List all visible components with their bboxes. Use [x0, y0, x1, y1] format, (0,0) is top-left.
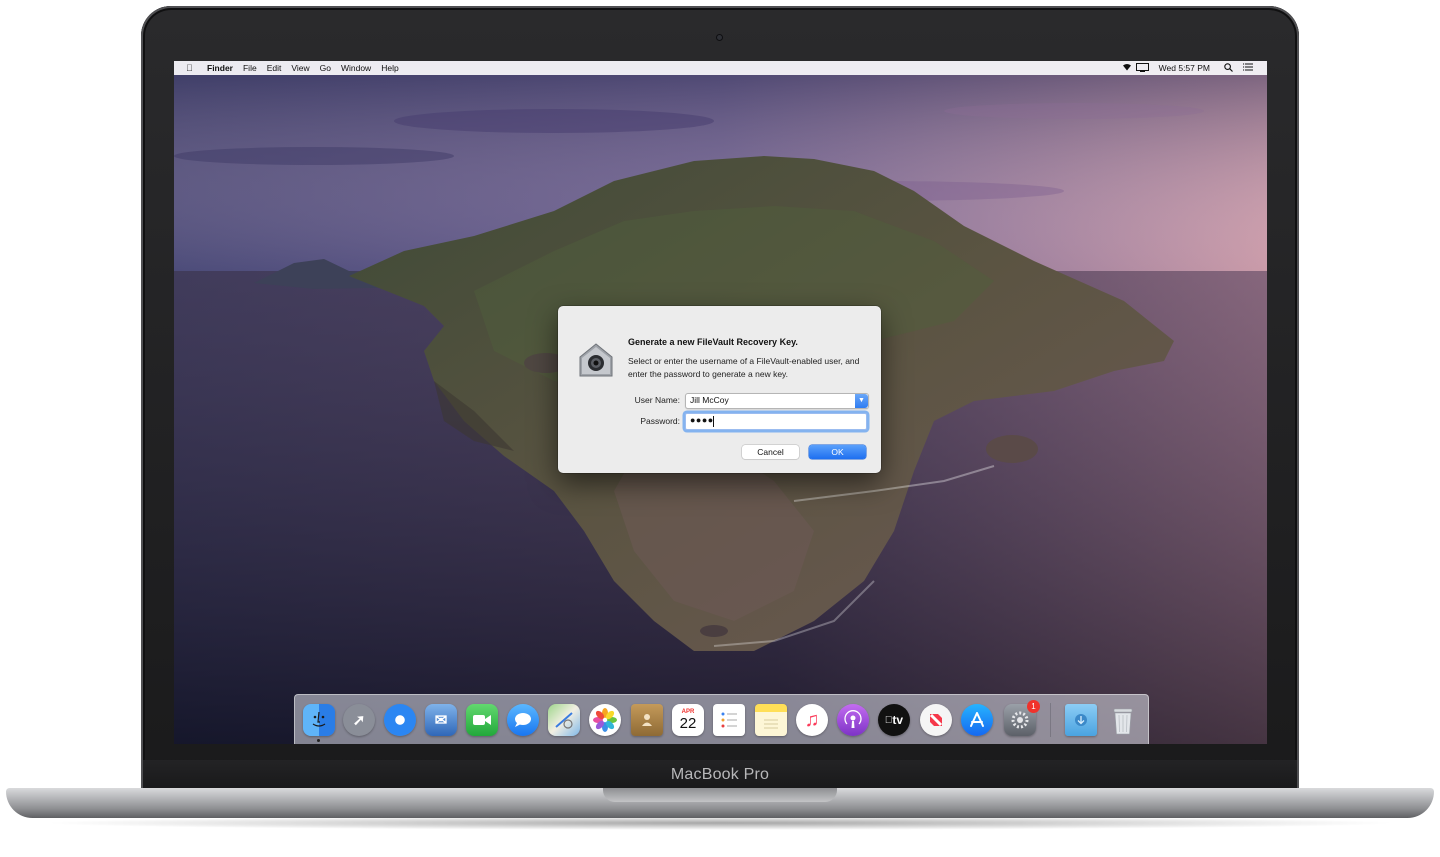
menu-help[interactable]: Help	[381, 63, 398, 73]
user-name-value: Jill McCoy	[690, 395, 729, 405]
filevault-dialog: Generate a new FileVault Recovery Key. S…	[558, 306, 881, 473]
menu-window[interactable]: Window	[341, 63, 371, 73]
menu-file[interactable]: File	[243, 63, 257, 73]
running-indicator	[317, 739, 320, 742]
podcast-icon[interactable]	[837, 704, 869, 736]
finder-icon[interactable]	[303, 704, 335, 736]
notepad-icon[interactable]	[755, 704, 787, 736]
dock-separator	[1050, 703, 1051, 737]
downloads-folder-icon[interactable]	[1065, 704, 1097, 736]
menu-app-finder[interactable]: Finder	[207, 63, 233, 73]
app-store-icon[interactable]	[961, 704, 993, 736]
rocket-icon[interactable]: ➚	[343, 704, 375, 736]
flower-icon[interactable]	[589, 704, 621, 736]
eagle-stamp-icon[interactable]: ✉	[425, 704, 457, 736]
news-icon[interactable]	[920, 704, 952, 736]
speech-bubble-icon[interactable]	[507, 704, 539, 736]
chevron-down-icon[interactable]: ▼	[855, 394, 868, 408]
tv-label: tv	[888, 713, 903, 727]
dialog-title: Generate a new FileVault Recovery Key.	[628, 337, 798, 347]
user-name-combobox[interactable]: Jill McCoy ▼	[685, 393, 869, 409]
ok-button[interactable]: OK	[809, 445, 866, 459]
checklist-icon[interactable]	[713, 704, 745, 736]
menu-go[interactable]: Go	[320, 63, 331, 73]
camera	[716, 34, 723, 41]
apple-icon[interactable]: 	[186, 63, 198, 73]
display-icon[interactable]	[1135, 62, 1149, 74]
password-value: ●●●●	[690, 415, 714, 425]
menu-bar:  Finder File Edit View Go Window Help W…	[174, 61, 1267, 75]
calendar-icon[interactable]: APR 22	[672, 704, 704, 736]
music-note-icon[interactable]: ♫	[796, 704, 828, 736]
contacts-book-icon[interactable]	[631, 704, 663, 736]
cancel-button[interactable]: Cancel	[742, 445, 799, 459]
map-icon[interactable]	[548, 704, 580, 736]
menu-extras: Wed 5:57 PM	[1112, 61, 1253, 75]
laptop-shadow	[40, 816, 1400, 830]
calendar-day: 22	[679, 714, 697, 732]
dock: ➚ ✉ APR 22 ♫ tv 1	[294, 694, 1149, 744]
trash-icon[interactable]	[1107, 704, 1139, 736]
notification-badge: 1	[1027, 700, 1040, 713]
gear-icon[interactable]: 1	[1004, 700, 1040, 736]
device-brand: MacBook Pro	[670, 766, 770, 783]
wifi-icon[interactable]	[1122, 63, 1132, 73]
video-camera-icon[interactable]	[466, 704, 498, 736]
list-icon[interactable]	[1243, 63, 1253, 73]
laptop-notch	[603, 788, 837, 802]
apple-tv-icon[interactable]: tv	[878, 704, 910, 736]
dialog-message: Select or enter the username of a FileVa…	[628, 356, 860, 379]
menu-view[interactable]: View	[291, 63, 309, 73]
search-icon[interactable]	[1224, 62, 1233, 74]
password-label: Password:	[640, 416, 680, 426]
password-field[interactable]: ●●●●	[685, 413, 867, 430]
screen:  Finder File Edit View Go Window Help W…	[174, 61, 1267, 744]
lock-padlock-icon	[579, 343, 613, 377]
compass-icon[interactable]	[384, 704, 416, 736]
text-caret	[713, 416, 714, 427]
menu-edit[interactable]: Edit	[267, 63, 282, 73]
clock[interactable]: Wed 5:57 PM	[1159, 63, 1210, 73]
user-name-label: User Name:	[634, 395, 680, 405]
